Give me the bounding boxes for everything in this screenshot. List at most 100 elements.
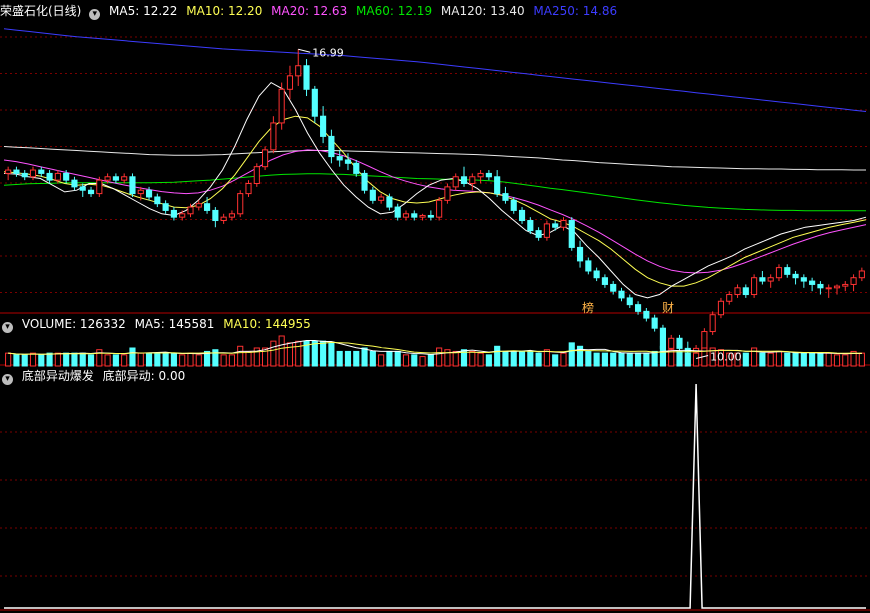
- volume-bar: [784, 352, 791, 367]
- candle-body: [767, 277, 774, 282]
- candle-body: [809, 280, 816, 285]
- candle-body: [79, 186, 86, 191]
- candle-body: [262, 149, 269, 168]
- chevron-down-icon[interactable]: ▾: [2, 374, 13, 385]
- candle-body: [668, 337, 675, 349]
- high-price-label: 16.99: [312, 46, 344, 59]
- candle-body: [518, 209, 526, 222]
- candle-body: [179, 213, 186, 218]
- volume-bar: [112, 354, 119, 367]
- volume-bar: [411, 354, 418, 367]
- candle-body: [717, 300, 725, 316]
- volume-bar: [137, 352, 144, 367]
- candle-body: [386, 196, 393, 208]
- volume-bar: [518, 350, 526, 367]
- chevron-down-icon[interactable]: ▾: [2, 322, 13, 333]
- candle-body: [833, 285, 841, 289]
- indicator-legend: ▾ 底部异动爆发 底部异动: 0.00: [0, 367, 190, 385]
- candle-body: [775, 267, 783, 279]
- volume-bar: [502, 350, 509, 367]
- volume-bar: [419, 356, 426, 367]
- volume-bar: [833, 354, 841, 367]
- price-legend: 荣盛石化(日线) ▾ MA5: 12.22 MA10: 12.20 MA20: …: [0, 2, 622, 20]
- volume-bar: [212, 349, 219, 367]
- candle-body: [121, 176, 128, 181]
- candle-body: [145, 189, 153, 198]
- volume-bar: [170, 352, 177, 367]
- volume-bar: [643, 352, 650, 367]
- candle-body: [353, 162, 360, 174]
- candle-body: [378, 196, 385, 201]
- candle-body: [734, 287, 741, 296]
- candle-body: [510, 199, 517, 211]
- candle-body: [361, 172, 368, 191]
- candle-body: [245, 183, 252, 195]
- volume-bar: [63, 352, 70, 367]
- stock-title: 荣盛石化(日线): [0, 4, 82, 18]
- candle-body: [444, 186, 451, 201]
- candle-body: [228, 213, 236, 218]
- ma10-label: MA10: 12.20: [186, 4, 263, 18]
- candle-body: [311, 88, 318, 117]
- volume-bar: [71, 352, 78, 367]
- candle-body: [38, 169, 45, 174]
- volume-bar: [809, 352, 816, 367]
- ma5-label: MA5: 12.22: [109, 4, 178, 18]
- candle-body: [494, 176, 501, 195]
- candle-body: [112, 176, 119, 181]
- volume-bar: [369, 350, 376, 367]
- candle-body: [676, 337, 683, 349]
- high-pointer: [298, 48, 311, 53]
- candle-body: [54, 172, 61, 181]
- indicator-name: 底部异动爆发: [21, 369, 94, 383]
- candle-body: [220, 216, 227, 222]
- volume-bar: [634, 352, 642, 367]
- candle-body: [63, 172, 70, 181]
- candle-body: [742, 287, 749, 296]
- volume-bar: [121, 354, 128, 367]
- candle-body: [96, 179, 103, 195]
- marker-bang[interactable]: 榜: [582, 300, 594, 315]
- volume-bar: [13, 354, 20, 367]
- candle-body: [21, 172, 28, 178]
- volume-bar: [311, 340, 318, 367]
- volume-bar: [693, 352, 700, 367]
- marker-cai[interactable]: 财: [662, 301, 674, 315]
- candle-body: [792, 273, 799, 279]
- candle-body: [751, 277, 758, 296]
- candle-body: [394, 206, 401, 218]
- candle-body: [71, 179, 78, 188]
- chevron-down-icon[interactable]: ▾: [89, 9, 101, 20]
- candle-body: [825, 287, 832, 290]
- volume-bar: [328, 342, 335, 367]
- volume-bar: [79, 352, 86, 367]
- candle-body: [726, 294, 733, 302]
- volume-bar: [38, 354, 45, 367]
- volume-bar: [220, 354, 227, 367]
- volume-bar: [195, 354, 202, 367]
- candle-body: [568, 220, 575, 248]
- volume-bar: [792, 352, 799, 367]
- kline-chart[interactable]: 16.99 10.00 榜 财: [0, 0, 870, 613]
- candle-body: [800, 277, 807, 282]
- volume-bar: [29, 352, 37, 367]
- volume-bar: [817, 352, 824, 367]
- candle-body: [560, 220, 567, 228]
- candle-body: [5, 169, 12, 174]
- candle-body: [784, 267, 791, 275]
- candle-body: [328, 135, 335, 158]
- volume-bar: [129, 347, 136, 367]
- candle-body: [576, 246, 584, 262]
- candle-body: [585, 260, 592, 272]
- candle-body: [195, 203, 202, 208]
- volume-bar: [104, 354, 111, 367]
- ma120-line: [3, 146, 866, 171]
- candle-body: [593, 270, 600, 279]
- candle-body: [858, 270, 865, 279]
- volume-bar: [286, 342, 294, 367]
- candle-body: [344, 159, 352, 164]
- indicator-value: 底部异动: 0.00: [102, 369, 186, 383]
- ma120-label: MA120: 13.40: [440, 4, 525, 18]
- candle-body: [535, 230, 542, 238]
- volume-bar: [842, 354, 849, 367]
